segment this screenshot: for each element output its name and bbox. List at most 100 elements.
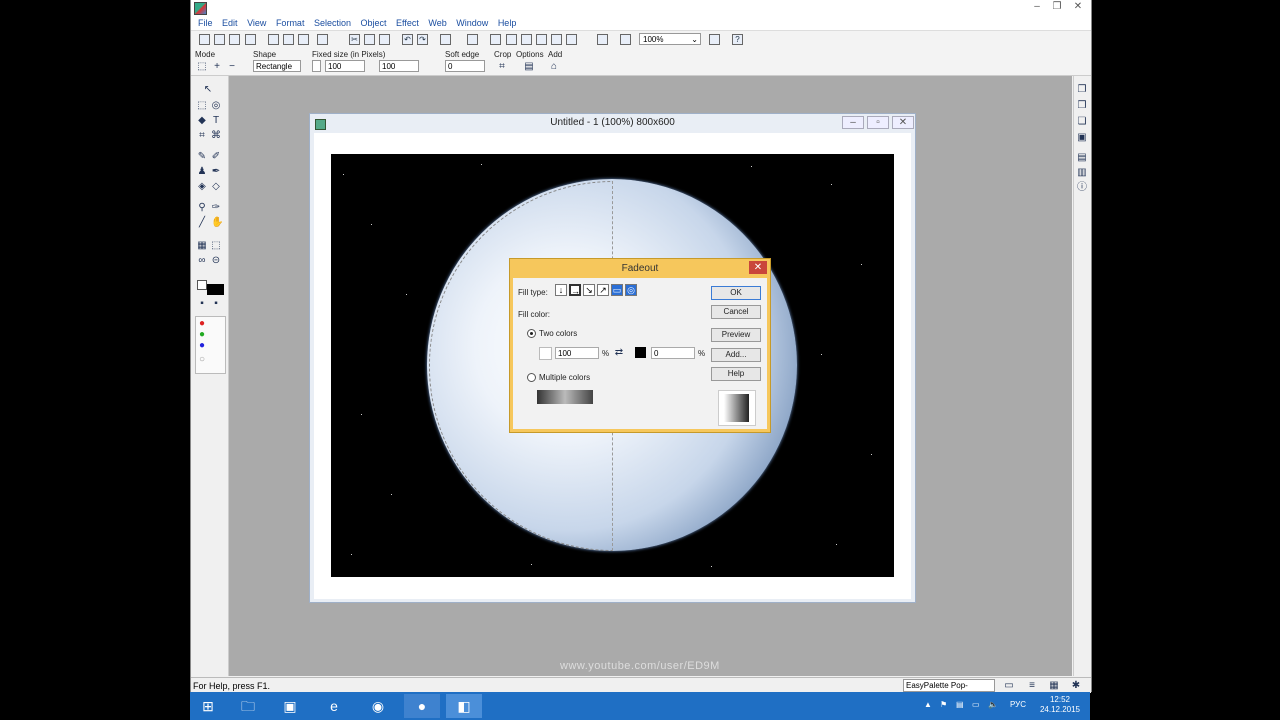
soft-edge-input[interactable]: 0	[445, 60, 485, 72]
fill-type-vertical-icon[interactable]: ↓	[555, 284, 567, 296]
align-icon[interactable]	[440, 34, 451, 45]
alpha-channel-icon[interactable]: ○	[197, 355, 207, 365]
palette-colors-icon[interactable]: ▥	[1077, 168, 1087, 178]
flag-icon[interactable]: ⚑	[940, 700, 947, 709]
flip-icon[interactable]	[521, 34, 532, 45]
menu-file[interactable]: File	[198, 16, 213, 30]
gradient-bar[interactable]	[537, 390, 593, 404]
red-channel-icon[interactable]: ●	[197, 319, 207, 329]
green-channel-icon[interactable]: ●	[197, 330, 207, 340]
shape-tool-icon[interactable]: ◆	[197, 116, 207, 126]
palette-select[interactable]: EasyPalette Pop-	[903, 679, 995, 692]
menu-help[interactable]: Help	[498, 16, 517, 30]
store-icon[interactable]: ▣	[272, 694, 308, 718]
context-help-icon[interactable]: ?	[732, 34, 743, 45]
swap-colors-icon[interactable]: ▪	[197, 299, 207, 309]
clock[interactable]: 12:52 24.12.2015	[1036, 695, 1084, 715]
windows-start-icon[interactable]: ⊞	[190, 694, 226, 718]
new-wizard-icon[interactable]	[214, 34, 225, 45]
shape-select[interactable]: Rectangle	[253, 60, 301, 72]
color2-swatch[interactable]	[635, 347, 646, 358]
group-icon[interactable]	[467, 34, 478, 45]
zoom-select[interactable]: 100% ⌄	[639, 33, 701, 45]
two-colors-radio[interactable]	[527, 329, 536, 338]
preview-button[interactable]: Preview	[711, 328, 761, 342]
navigator-icon[interactable]: ▤	[1077, 153, 1087, 163]
eyedropper-tool-icon[interactable]: ✑	[211, 203, 221, 213]
network-icon[interactable]: ▤	[956, 700, 964, 709]
fill-type-rectangle-icon[interactable]: ▭	[611, 284, 623, 296]
doc-minimize-icon[interactable]: –	[842, 116, 864, 129]
default-colors-icon[interactable]: ▪	[211, 299, 221, 309]
zoom-tool-icon-left[interactable]: ⚲	[197, 203, 207, 213]
options-icon[interactable]: ▤	[524, 62, 534, 72]
crop-icon[interactable]: ⌗	[497, 62, 507, 72]
link-icon[interactable]: ∞	[197, 256, 207, 266]
globe-icon[interactable]	[709, 34, 720, 45]
retouch-tool-icon[interactable]: ✒	[211, 167, 221, 177]
pencil-tool-icon[interactable]: ✎	[197, 152, 207, 162]
crop-tool-icon-left[interactable]: ⌗	[197, 131, 207, 141]
web-icon[interactable]	[317, 34, 328, 45]
grid-icon[interactable]: ▦	[197, 241, 207, 251]
menu-selection[interactable]: Selection	[314, 16, 351, 30]
print-preview-icon[interactable]	[283, 34, 294, 45]
selection-tool-icon[interactable]: ⬚	[197, 101, 207, 111]
easypalette-icon[interactable]: ▣	[1077, 133, 1087, 143]
fixed-size-checkbox[interactable]	[312, 60, 321, 72]
multiple-colors-radio[interactable]	[527, 373, 536, 382]
fill-type-diagonal-up-icon[interactable]: ↗	[597, 284, 609, 296]
history-icon[interactable]: ❏	[1077, 117, 1087, 127]
foreground-color-swatch[interactable]	[207, 284, 224, 295]
doc-close-icon[interactable]: ✕	[892, 116, 914, 129]
menu-web[interactable]: Web	[428, 16, 446, 30]
screen-icon[interactable]	[597, 34, 608, 45]
photoimpact-taskbar-icon[interactable]: ◧	[446, 694, 482, 718]
paste-icon[interactable]	[379, 34, 390, 45]
settings-icon[interactable]: ✱	[1071, 681, 1081, 691]
menu-object[interactable]: Object	[361, 16, 387, 30]
fill-tool-icon[interactable]: ◈	[197, 182, 207, 192]
redo-icon[interactable]: ↷	[417, 34, 428, 45]
fill-type-circle-icon[interactable]: ◎	[625, 284, 637, 296]
internet-explorer-icon[interactable]: e	[316, 694, 352, 718]
swap-colors-dialog-icon[interactable]: ⇄	[614, 348, 624, 358]
print-icon[interactable]	[268, 34, 279, 45]
background-color-swatch[interactable]	[197, 280, 207, 290]
menu-effect[interactable]: Effect	[396, 16, 419, 30]
pointer-tool-icon[interactable]: ↖	[203, 85, 213, 95]
objects-icon[interactable]: ❒	[1077, 101, 1087, 111]
fill-type-diagonal-down-icon[interactable]: ↘	[583, 284, 595, 296]
help-button[interactable]: Help	[711, 367, 761, 381]
frame-icon[interactable]	[566, 34, 577, 45]
layers-icon[interactable]: ❐	[1077, 85, 1087, 95]
line-tool-icon[interactable]: ╱	[197, 218, 207, 228]
file-explorer-icon[interactable]: 🗀	[230, 694, 266, 718]
ok-button[interactable]: OK	[711, 286, 761, 300]
select-mode-icon[interactable]: ⬚	[197, 62, 207, 72]
battery-icon[interactable]: ▭	[972, 700, 980, 709]
lasso-tool-icon[interactable]: ◎	[211, 101, 221, 111]
color-bar-icon[interactable]: ≡	[1027, 681, 1037, 691]
stamp-tool-icon[interactable]: ♟	[197, 167, 207, 177]
effect-icon[interactable]	[536, 34, 547, 45]
zoom-tool-icon[interactable]	[620, 34, 631, 45]
color1-percent-input[interactable]: 100	[555, 347, 599, 359]
panel-toggle-icon[interactable]: ▭	[1004, 681, 1014, 691]
close-icon[interactable]: ✕	[1068, 1, 1088, 14]
height-input[interactable]: 100	[379, 60, 419, 72]
restore-icon[interactable]: ❐	[1047, 1, 1067, 14]
menu-format[interactable]: Format	[276, 16, 305, 30]
transform-tool-icon[interactable]: ⌘	[211, 131, 221, 141]
tray-arrow-icon[interactable]: ▲	[924, 700, 932, 709]
new-file-icon[interactable]	[199, 34, 210, 45]
info-icon[interactable]: ⓘ	[1077, 183, 1087, 193]
add-button[interactable]: Add...	[711, 348, 761, 362]
volume-icon[interactable]: 🔈	[988, 700, 998, 709]
media-app-icon[interactable]: ●	[404, 694, 440, 718]
chrome-icon[interactable]: ◉	[360, 694, 396, 718]
add-mode-icon[interactable]: +	[212, 62, 222, 72]
menu-edit[interactable]: Edit	[222, 16, 238, 30]
menu-window[interactable]: Window	[456, 16, 488, 30]
save-icon[interactable]	[245, 34, 256, 45]
